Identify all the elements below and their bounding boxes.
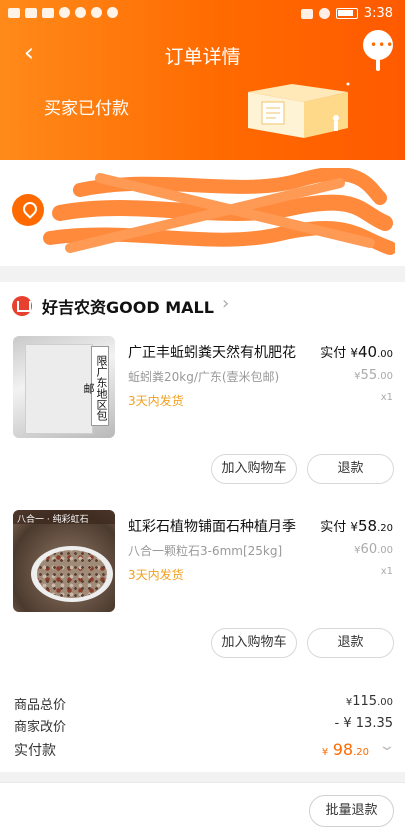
thumbnail-tag: 限广东地区包邮: [82, 346, 109, 426]
refund-button[interactable]: 退款: [307, 628, 394, 658]
redaction-scribble: [43, 168, 395, 255]
notification-icon: [75, 7, 86, 18]
currency-symbol: ¥: [350, 520, 358, 534]
notification-icon: [107, 7, 118, 18]
order-item: 限广东地区包邮 广正丰蚯蚓粪天然有机肥花 蚯蚓粪20kg/广东(壹米包邮) 3天…: [0, 336, 405, 496]
product-thumbnail[interactable]: 八合一 · 纯彩虹石: [13, 510, 115, 612]
battery-icon: [335, 8, 358, 19]
goods-int: 115: [352, 694, 378, 709]
price-adjust-label: 商家改价: [14, 720, 67, 735]
paid-dec: .00: [377, 349, 393, 360]
order-header: 3:38 ‹ 订单详情 ••• 买家已付款: [0, 0, 405, 160]
item-spec: 蚯蚓粪20kg/广东(壹米包邮): [128, 370, 280, 384]
alarm-icon: [318, 8, 330, 19]
status-icons-right: 3:38: [300, 6, 393, 21]
notification-icon: [91, 7, 102, 18]
shipping-address-card[interactable]: [0, 160, 405, 266]
goods-total-value: ¥115.00: [346, 694, 393, 709]
paid-label: 实付: [320, 346, 347, 361]
package-illustration-icon: [248, 82, 350, 138]
nfc-icon: [300, 8, 313, 19]
status-time: 3:38: [363, 6, 393, 21]
item-quantity: x1: [380, 392, 393, 403]
status-bar: 3:38: [0, 0, 405, 28]
item-shipping: 3天内发货: [128, 568, 184, 582]
signal-icon: [42, 7, 54, 18]
thumbnail-tag: 八合一 · 纯彩虹石: [13, 510, 115, 525]
goods-total-label: 商品总价: [14, 698, 67, 713]
paid-int: 58: [358, 517, 378, 535]
item-original-price: ¥55.00: [354, 368, 393, 383]
item-title[interactable]: 虹彩石植物铺面石种植月季: [128, 516, 318, 536]
orig-int: 60: [360, 542, 378, 557]
goods-dec: .00: [377, 697, 393, 708]
notification-icon: [59, 7, 70, 18]
refund-button[interactable]: 退款: [307, 454, 394, 484]
goods-total-row: 商品总价 ¥115.00: [14, 694, 393, 714]
orig-dec: .00: [377, 371, 393, 382]
status-icons-left: [8, 7, 118, 18]
stones-image: [37, 550, 107, 598]
page-title: 订单详情: [164, 46, 241, 68]
item-paid-price: 实付 ¥40.00: [320, 342, 393, 361]
batch-refund-button[interactable]: 批量退款: [309, 795, 394, 827]
store-logo-icon: [12, 296, 32, 316]
item-paid-price: 实付 ¥58.20: [320, 516, 393, 535]
currency-symbol: ¥: [350, 346, 358, 360]
store-order-card: 好吉农资GOOD MALL › 限广东地区包邮 广正丰蚯蚓粪天然有机肥花 蚯蚓粪…: [0, 282, 405, 772]
currency-symbol: ¥: [321, 747, 329, 758]
amount-paid-label: 实付款: [14, 743, 56, 759]
order-status: 买家已付款: [44, 99, 129, 119]
signal-icon: [25, 7, 37, 18]
item-shipping: 3天内发货: [128, 394, 184, 408]
amount-paid-row[interactable]: 实付款 ¥ 98.20 ⌄: [14, 738, 396, 760]
chevron-right-icon[interactable]: ›: [222, 293, 229, 314]
item-title[interactable]: 广正丰蚯蚓粪天然有机肥花: [128, 342, 318, 362]
paid-label: 实付: [320, 520, 347, 535]
product-thumbnail[interactable]: 限广东地区包邮: [13, 336, 115, 438]
orig-int: 55: [360, 368, 378, 383]
paid-dec: .20: [377, 523, 393, 534]
item-quantity: x1: [380, 566, 393, 577]
item-original-price: ¥60.00: [354, 542, 393, 557]
bottom-action-bar: 批量退款: [0, 782, 405, 840]
price-adjust-value: - ¥ 13.35: [334, 716, 393, 731]
order-item: 八合一 · 纯彩虹石 虹彩石植物铺面石种植月季 八合一颗粒石3-6mm[25kg…: [0, 510, 405, 670]
orig-dec: .00: [377, 545, 393, 556]
item-spec: 八合一颗粒石3-6mm[25kg]: [128, 544, 283, 558]
amount-paid-value: ¥ 98.20: [322, 740, 369, 759]
pay-dec: .20: [353, 747, 369, 758]
dots-glyph: •••: [370, 38, 395, 52]
add-to-cart-button[interactable]: 加入购物车: [211, 454, 297, 484]
more-dots-icon[interactable]: •••: [363, 30, 395, 71]
paid-int: 40: [358, 343, 378, 361]
price-adjust-row: 商家改价 - ¥ 13.35: [14, 716, 393, 736]
tail-glyph: [376, 59, 380, 71]
pay-int: 98: [332, 740, 354, 759]
sim-icon: [8, 7, 20, 18]
add-to-cart-button[interactable]: 加入购物车: [211, 628, 297, 658]
chevron-down-icon[interactable]: ⌄: [378, 738, 396, 754]
store-name[interactable]: 好吉农资GOOD MALL: [42, 294, 214, 318]
